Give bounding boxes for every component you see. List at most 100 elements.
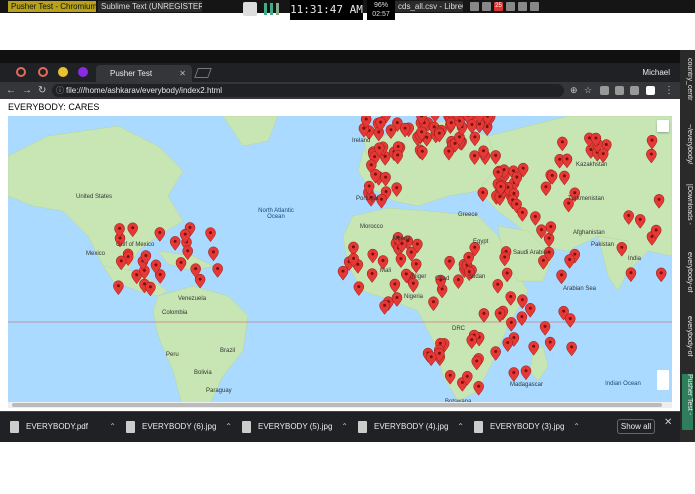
bookmark-star-icon[interactable]: ☆ [584,82,592,99]
map-marker[interactable] [556,269,567,285]
profile-name[interactable]: Michael [642,63,670,82]
map-marker-dot [568,257,572,261]
map-marker-dot [548,340,552,344]
map-marker[interactable] [625,267,637,283]
horizontal-scrollbar[interactable] [8,402,672,408]
download-item[interactable]: EVERYBODY (6).jpg ⌃ [120,418,232,436]
map-marker-dot [573,252,577,256]
keyboard-icon[interactable] [518,2,527,11]
extension-icon[interactable] [630,86,639,95]
download-item[interactable]: EVERYBODY.pdf ⌃ [4,418,116,436]
chevron-up-icon[interactable]: ⌃ [457,418,464,436]
map-marker-dot [512,191,516,195]
map-marker-dot [425,135,429,139]
map-marker[interactable] [520,365,532,381]
new-tab-button[interactable] [194,68,212,78]
map-marker[interactable] [353,281,365,297]
window-list-item[interactable]: everybody-of [682,252,693,310]
chevron-up-icon[interactable]: ⌃ [573,418,580,436]
power-icon[interactable] [530,2,539,11]
extension-icon[interactable] [646,86,655,95]
map-marker[interactable] [516,311,528,327]
close-downloads-icon[interactable]: ✕ [664,417,672,428]
map-marker[interactable] [169,236,181,251]
map-marker[interactable] [544,336,556,352]
map-marker-dot [657,197,661,201]
map-marker-dot [154,263,158,267]
map-marker-dot [482,311,486,315]
map-marker[interactable] [539,321,551,336]
download-item[interactable]: EVERYBODY (4).jpg ⌃ [352,418,464,436]
map-marker-dot [562,309,566,313]
window-list-item-active[interactable]: Pusher Test - [682,374,693,430]
window-list-item[interactable]: ~/everybody/ [682,124,693,178]
map-marker-dot [629,271,633,275]
map-canvas[interactable] [8,116,672,408]
window-list-item[interactable]: country_centr [682,58,693,118]
map-marker[interactable] [506,317,517,332]
tab-close-icon[interactable]: ✕ [179,65,186,82]
close-window-icon[interactable] [16,67,26,77]
extension-icon[interactable] [78,67,88,77]
map-marker[interactable] [175,257,187,272]
map-marker-dot [118,226,122,230]
map-marker[interactable] [208,246,219,262]
map-marker[interactable] [379,300,390,315]
map-marker[interactable] [391,292,403,307]
fullscreen-button[interactable] [657,120,669,132]
scrollbar-thumb[interactable] [12,403,662,407]
location-icon[interactable]: ⊕ [570,82,578,99]
map-marker[interactable] [566,341,577,357]
chevron-up-icon[interactable]: ⌃ [225,418,232,436]
map-marker[interactable] [205,227,216,243]
map-marker[interactable] [564,313,576,328]
notification-badge[interactable]: 25 [494,2,503,11]
address-bar[interactable]: ⓘ file:///home/ashkarav/everybody/index2… [52,84,564,97]
world-map[interactable]: North Atlantic Ocean Indian Ocean Irelan… [8,116,672,408]
show-all-downloads-button[interactable]: Show all [617,419,655,434]
bluetooth-icon[interactable] [482,2,491,11]
window-list-item[interactable]: [Downloads - [682,184,693,246]
map-marker[interactable] [655,267,667,283]
map-marker[interactable] [212,263,223,278]
map-marker-dot [604,143,608,147]
taskbar-item-chromium[interactable]: Pusher Test - Chromium [8,1,96,12]
map-marker[interactable] [113,280,124,296]
minimize-window-icon[interactable] [38,67,48,77]
menu-icon[interactable]: ⋮ [664,82,674,99]
taskbar-item-libreoffice[interactable]: cds_all.csv - LibreO [395,1,463,12]
volume-icon[interactable] [506,2,515,11]
extension-icon[interactable] [600,86,609,95]
download-item[interactable]: EVERYBODY (5).jpg ⌃ [236,418,348,436]
tab-pusher-test[interactable]: Pusher Test ✕ [96,65,192,82]
map-marker[interactable] [473,381,484,396]
tab-bar: Pusher Test ✕ Michael [0,63,680,82]
map-marker-dot [367,184,371,188]
map-marker-dot [209,231,213,235]
info-icon[interactable]: ⓘ [56,84,64,97]
map-marker-dot [515,202,519,206]
reload-icon[interactable]: ↻ [38,82,46,99]
chevron-up-icon[interactable]: ⌃ [109,418,116,436]
map-marker-dot [183,232,187,236]
map-marker-dot [509,320,513,324]
pocket-icon[interactable] [615,86,624,95]
map-marker[interactable] [508,367,520,382]
map-marker[interactable] [154,227,166,242]
maximize-window-icon[interactable] [58,67,68,77]
map-marker[interactable] [425,351,437,367]
map-marker[interactable] [502,337,513,353]
back-arrow-icon[interactable]: ← [6,82,16,99]
taskbar-item-sublime[interactable]: Sublime Text (UNREGISTERED) [98,1,202,12]
window-list-item[interactable]: everybody-of [682,316,693,368]
map-marker[interactable] [337,265,349,281]
cpu-meter [270,3,273,15]
street-view-pegman-icon[interactable] [657,370,669,390]
chevron-up-icon[interactable]: ⌃ [341,418,348,436]
map-marker[interactable] [564,254,575,269]
clipboard-icon[interactable] [243,2,257,16]
network-icon[interactable] [470,2,479,11]
map-marker-dot [377,130,381,134]
download-item[interactable]: EVERYBODY (3).jpg ⌃ [468,418,580,436]
forward-arrow-icon[interactable]: → [22,82,32,99]
